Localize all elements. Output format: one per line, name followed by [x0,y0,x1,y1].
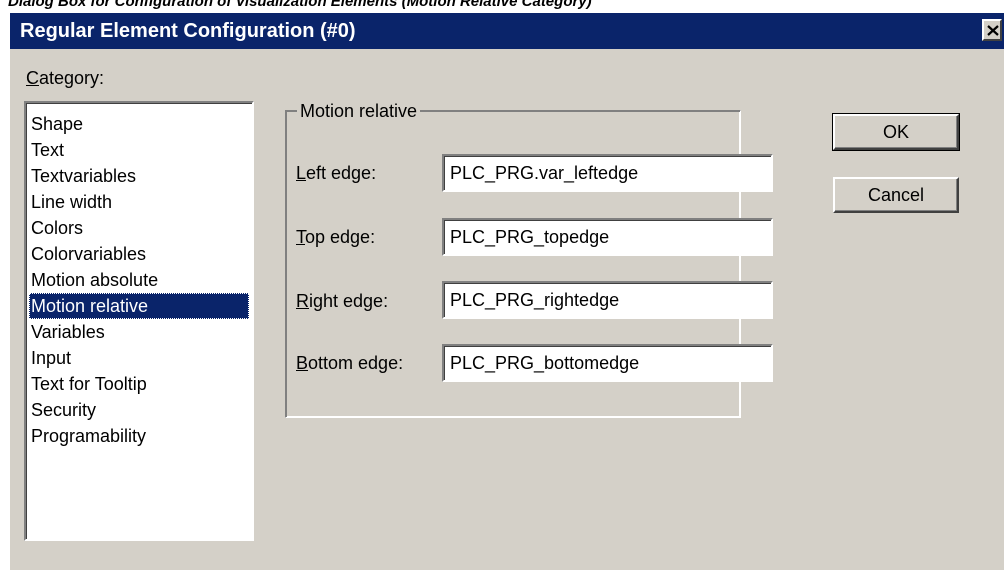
list-item[interactable]: Motion absolute [29,267,249,293]
close-icon [987,25,999,36]
list-item[interactable]: Programability [29,423,249,449]
window-title: Regular Element Configuration (#0) [20,20,356,42]
list-item[interactable]: Input [29,345,249,371]
list-item[interactable]: Textvariables [29,163,249,189]
groupbox-title: Motion relative [297,100,421,122]
cancel-button[interactable]: Cancel [833,177,959,213]
list-item[interactable]: Line width [29,189,249,215]
bottom-edge-label: Bottom edge: [296,353,404,373]
list-item[interactable]: Colorvariables [29,241,249,267]
top-edge-input[interactable] [442,218,773,256]
list-item[interactable]: Text [29,137,249,163]
top-edge-label: Top edge: [296,227,376,247]
list-item[interactable]: Shape [29,111,249,137]
ok-button[interactable]: OK [832,113,960,151]
title-bar[interactable]: Regular Element Configuration (#0) [10,13,1004,49]
left-edge-input[interactable] [442,154,773,192]
left-edge-label: Left edge: [296,163,377,183]
right-edge-input[interactable] [442,281,773,319]
list-item[interactable]: Variables [29,319,249,345]
list-item[interactable]: Text for Tooltip [29,371,249,397]
right-edge-label: Right edge: [296,291,389,311]
category-listbox[interactable]: Shape Text Textvariables Line width Colo… [24,101,254,541]
close-button[interactable] [982,19,1002,41]
list-item[interactable]: Colors [29,215,249,241]
bottom-edge-input[interactable] [442,344,773,382]
list-item[interactable]: Security [29,397,249,423]
figure-caption: Dialog Box for Configuration of Visualiz… [8,0,592,10]
list-item-selected[interactable]: Motion relative [29,293,249,319]
category-label: Category: [26,68,105,88]
